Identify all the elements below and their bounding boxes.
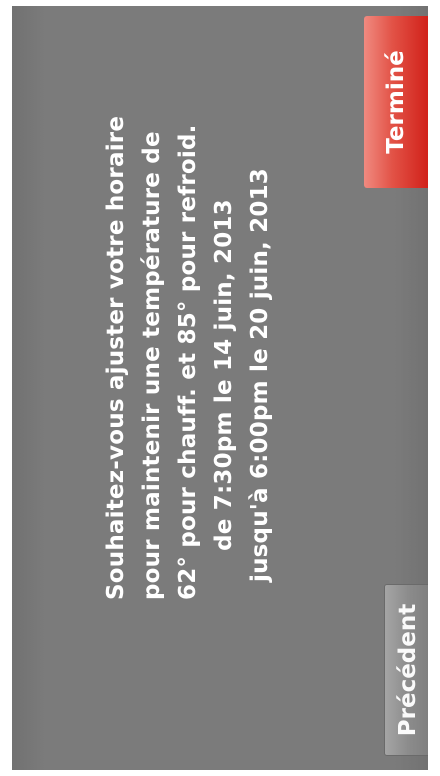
thermostat-screen: Souhaitez-vous ajuster votre horaire pou… (12, 6, 428, 770)
done-button-label: Terminé (383, 50, 409, 154)
message-line-5: jusqu'à 6:00pm le 20 juin, 2013 (247, 168, 273, 582)
previous-button[interactable]: Précédent (384, 584, 428, 756)
message-line-4: de 7:30pm le 14 juin, 2013 (211, 199, 237, 551)
message-line-1: Souhaitez-vous ajuster votre horaire (103, 115, 129, 600)
message-line-2: pour maintenir une température de (139, 131, 165, 600)
rotated-content: Souhaitez-vous ajuster votre horaire pou… (12, 6, 428, 770)
schedule-message: Souhaitez-vous ajuster votre horaire pou… (98, 115, 278, 600)
message-line-3: 62° pour chauff. et 85° pour refroid. (175, 124, 201, 600)
previous-button-label: Précédent (395, 603, 421, 737)
done-button[interactable]: Terminé (364, 16, 428, 188)
